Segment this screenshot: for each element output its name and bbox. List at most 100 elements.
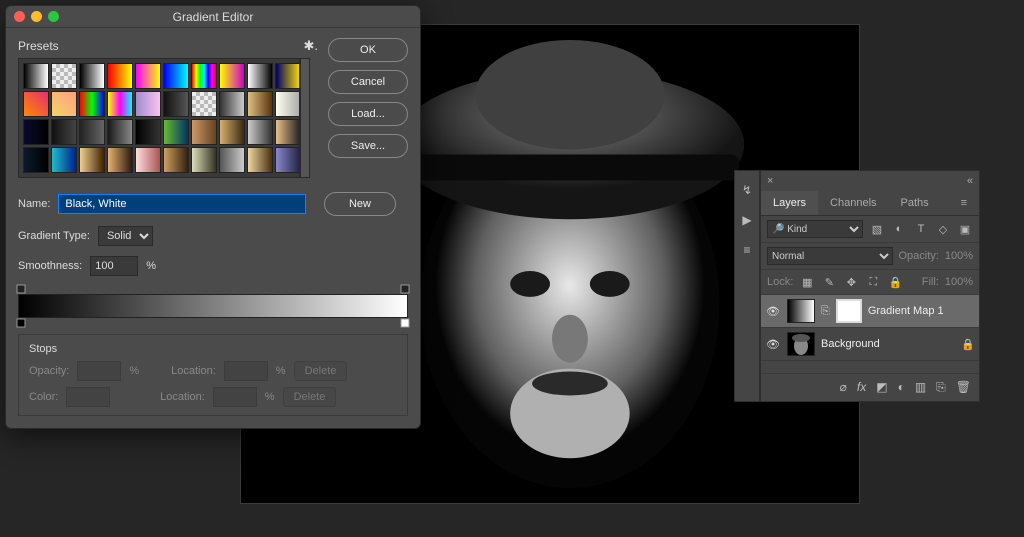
filter-type-icon[interactable]: T	[913, 221, 929, 237]
preset-swatch[interactable]	[163, 91, 189, 117]
link-layers-icon[interactable]: ⌀	[840, 380, 847, 395]
lock-move-icon[interactable]: ✥	[843, 274, 859, 290]
presets-scrollbar[interactable]	[300, 58, 310, 178]
stop-location-input-1[interactable]	[224, 361, 268, 381]
preset-swatch[interactable]	[191, 119, 217, 145]
preset-swatch[interactable]	[135, 91, 161, 117]
layer-name[interactable]: Gradient Map 1	[868, 305, 975, 317]
preset-swatch[interactable]	[191, 91, 217, 117]
preset-swatch[interactable]	[219, 119, 245, 145]
stop-opacity-input[interactable]	[77, 361, 121, 381]
color-stop-left[interactable]	[16, 318, 26, 328]
stop-color-swatch[interactable]	[66, 387, 110, 407]
delete-color-stop-button[interactable]: Delete	[283, 387, 337, 407]
preset-swatch[interactable]	[23, 147, 49, 173]
preset-swatch[interactable]	[191, 63, 217, 89]
smoothness-input[interactable]	[90, 256, 138, 276]
lock-pixels-icon[interactable]: ▦	[799, 274, 815, 290]
preset-swatch[interactable]	[51, 119, 77, 145]
preset-swatch[interactable]	[23, 119, 49, 145]
stop-location-input-2[interactable]	[213, 387, 257, 407]
zoom-icon[interactable]	[48, 11, 59, 22]
add-adjustment-icon[interactable]: ◐	[898, 380, 905, 395]
adjustment-thumb[interactable]	[787, 299, 815, 323]
panel-collapse-icon[interactable]: «	[967, 175, 973, 187]
cancel-button[interactable]: Cancel	[328, 70, 408, 94]
preset-swatch[interactable]	[23, 63, 49, 89]
preset-swatch[interactable]	[51, 63, 77, 89]
lock-artboard-icon[interactable]: ⛶	[865, 274, 881, 290]
preset-swatch[interactable]	[79, 63, 105, 89]
layer-filter-kind[interactable]: 🔎 Kind	[767, 220, 863, 238]
delete-opacity-stop-button[interactable]: Delete	[294, 361, 348, 381]
layer-name[interactable]: Background	[821, 338, 955, 350]
opacity-stop-left[interactable]	[16, 284, 26, 294]
preset-swatch[interactable]	[219, 91, 245, 117]
preset-swatch[interactable]	[275, 119, 300, 145]
layer-row[interactable]: 👁 ⎘ Gradient Map 1	[761, 295, 979, 328]
gradient-bar[interactable]	[18, 294, 408, 318]
preset-swatch[interactable]	[79, 91, 105, 117]
layer-mask-thumb[interactable]	[836, 299, 862, 323]
preset-swatch[interactable]	[163, 147, 189, 173]
filter-adjust-icon[interactable]: ◐	[891, 221, 907, 237]
new-button[interactable]: New	[324, 192, 396, 216]
preset-swatch[interactable]	[107, 147, 133, 173]
preset-swatch[interactable]	[275, 147, 300, 173]
ok-button[interactable]: OK	[328, 38, 408, 62]
color-stop-right[interactable]	[400, 318, 410, 328]
tab-channels[interactable]: Channels	[818, 191, 888, 215]
presets-grid[interactable]	[18, 58, 300, 178]
preset-swatch[interactable]	[191, 147, 217, 173]
add-mask-icon[interactable]: ◩	[876, 380, 887, 395]
preset-swatch[interactable]	[135, 119, 161, 145]
preset-swatch[interactable]	[247, 147, 273, 173]
visibility-icon[interactable]: 👁	[765, 305, 781, 318]
load-button[interactable]: Load...	[328, 102, 408, 126]
layer-row[interactable]: 👁 Background 🔒	[761, 328, 979, 361]
blend-mode-select[interactable]: Normal	[767, 247, 893, 265]
preset-swatch[interactable]	[23, 91, 49, 117]
lock-brush-icon[interactable]: ✎	[821, 274, 837, 290]
save-button[interactable]: Save...	[328, 134, 408, 158]
filter-smart-icon[interactable]: ▣	[957, 221, 973, 237]
preset-swatch[interactable]	[247, 63, 273, 89]
tab-layers[interactable]: Layers	[761, 191, 818, 215]
preset-swatch[interactable]	[219, 147, 245, 173]
preset-swatch[interactable]	[79, 147, 105, 173]
gear-icon[interactable]: ✱.	[303, 38, 318, 54]
visibility-icon[interactable]: 👁	[765, 338, 781, 351]
fx-icon[interactable]: fx	[857, 380, 866, 395]
preset-swatch[interactable]	[135, 63, 161, 89]
gradient-type-select[interactable]: Solid	[98, 226, 153, 246]
new-group-icon[interactable]: ▥	[915, 380, 926, 395]
preset-swatch[interactable]	[51, 147, 77, 173]
tab-paths[interactable]: Paths	[889, 191, 941, 215]
preset-swatch[interactable]	[275, 91, 300, 117]
preset-swatch[interactable]	[247, 119, 273, 145]
trash-icon[interactable]: 🗑	[956, 380, 971, 395]
preset-swatch[interactable]	[107, 63, 133, 89]
layer-thumb[interactable]	[787, 332, 815, 356]
properties-icon[interactable]: ≡	[737, 239, 757, 261]
link-icon[interactable]: ⎘	[821, 305, 830, 318]
preset-swatch[interactable]	[247, 91, 273, 117]
lock-all-icon[interactable]: 🔒	[887, 274, 903, 290]
preset-swatch[interactable]	[135, 147, 161, 173]
dialog-titlebar[interactable]: Gradient Editor	[6, 6, 420, 28]
preset-swatch[interactable]	[107, 91, 133, 117]
opacity-stop-right[interactable]	[400, 284, 410, 294]
preset-swatch[interactable]	[219, 63, 245, 89]
history-icon[interactable]: ↯	[737, 179, 757, 201]
close-icon[interactable]	[14, 11, 25, 22]
preset-swatch[interactable]	[163, 63, 189, 89]
panel-menu-icon[interactable]: ≡	[949, 191, 979, 215]
actions-icon[interactable]: ▶	[737, 209, 757, 231]
preset-swatch[interactable]	[275, 63, 300, 89]
preset-swatch[interactable]	[79, 119, 105, 145]
minimize-icon[interactable]	[31, 11, 42, 22]
fill-value[interactable]: 100%	[945, 276, 973, 288]
preset-swatch[interactable]	[51, 91, 77, 117]
filter-pixel-icon[interactable]: ▧	[869, 221, 885, 237]
preset-swatch[interactable]	[163, 119, 189, 145]
